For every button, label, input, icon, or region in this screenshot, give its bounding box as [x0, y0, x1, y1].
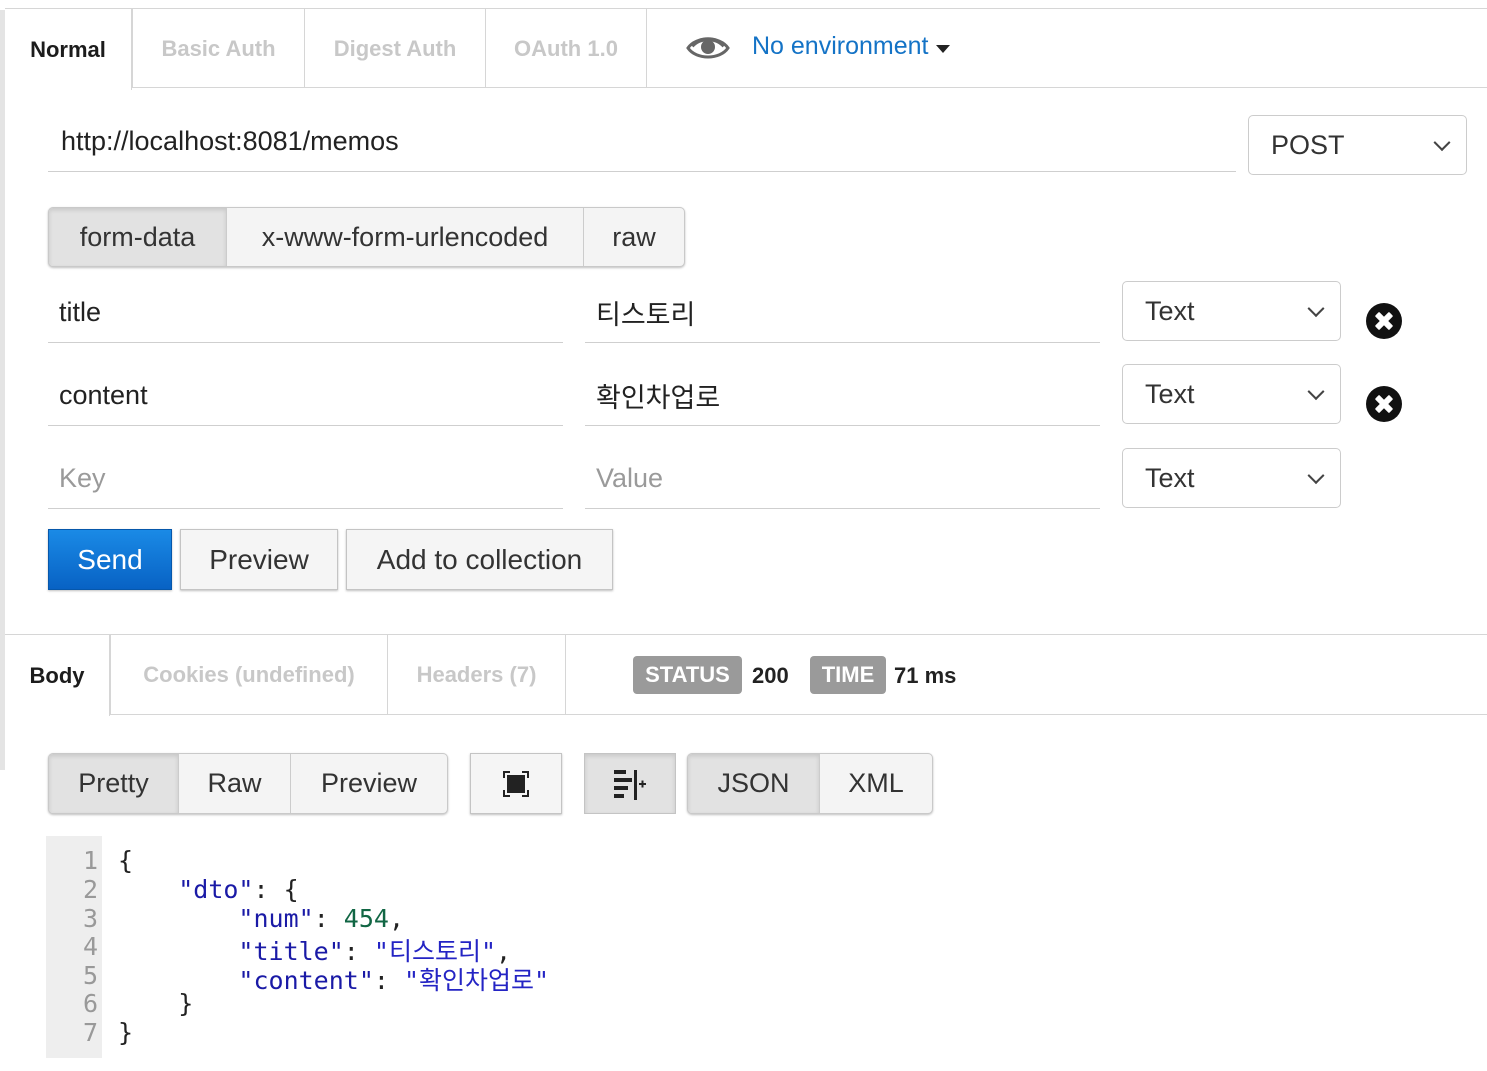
line-number: 5 — [82, 961, 98, 990]
value-field-title[interactable]: 티스토리 — [585, 282, 1100, 343]
response-body-code[interactable]: 1 2 3 4 5 6 7 { "dto": { "num": 454, "ti… — [46, 836, 1487, 1058]
line-number: 4 — [82, 932, 98, 961]
eye-icon[interactable] — [686, 34, 730, 62]
chevron-down-icon — [1307, 383, 1325, 401]
line-number: 7 — [82, 1018, 98, 1047]
wrap-lines-icon — [614, 769, 646, 800]
type-select-value: Text — [1145, 462, 1195, 493]
preview-button[interactable]: Preview — [180, 529, 338, 590]
line-number: 1 — [82, 846, 98, 875]
auth-tab-bar: Normal Basic Auth Digest Auth OAuth 1.0 — [5, 8, 1487, 90]
response-tab-divider — [5, 714, 1487, 715]
code-line: { — [118, 846, 134, 875]
time-badge: TIME — [810, 656, 886, 694]
fullscreen-button[interactable] — [470, 753, 562, 814]
view-preview[interactable]: Preview — [291, 754, 447, 813]
tab-headers[interactable]: Headers (7) — [388, 635, 566, 714]
format-group: JSON XML — [687, 753, 933, 814]
chevron-down-icon — [1307, 467, 1325, 485]
json-key: "dto" — [178, 875, 254, 904]
code-line: "dto": { — [178, 875, 299, 904]
code-line: "num": 454, — [238, 904, 405, 933]
json-string: "확인차업로" — [404, 966, 550, 995]
view-pretty[interactable]: Pretty — [49, 754, 179, 813]
type-select-title[interactable]: Text — [1122, 281, 1341, 341]
code-line: } — [118, 989, 194, 1018]
view-mode-group: Pretty Raw Preview — [48, 753, 448, 814]
remove-row-icon[interactable] — [1366, 303, 1402, 339]
send-button[interactable]: Send — [48, 529, 172, 590]
new-key-field[interactable]: Key — [48, 448, 563, 509]
time-value: 71 ms — [894, 663, 957, 688]
json-key: "num" — [238, 904, 314, 933]
tab-normal[interactable]: Normal — [5, 9, 132, 90]
environment-selector[interactable]: No environment — [752, 32, 951, 61]
chevron-down-icon — [1433, 134, 1451, 152]
format-xml[interactable]: XML — [820, 754, 932, 813]
value-field-content[interactable]: 확인차업로 — [585, 365, 1100, 426]
type-select-value: Text — [1145, 378, 1195, 409]
chevron-down-icon — [1307, 300, 1325, 318]
line-number: 3 — [82, 904, 98, 933]
type-select-value: Text — [1145, 295, 1195, 326]
code-line: } — [118, 1018, 134, 1047]
url-input[interactable]: http://localhost:8081/memos — [48, 112, 1236, 172]
key-field-title[interactable]: title — [48, 282, 563, 343]
caret-down-icon — [936, 44, 951, 53]
tab-digest-auth[interactable]: Digest Auth — [305, 9, 486, 88]
key-field-content[interactable]: content — [48, 365, 563, 426]
body-mode-group: form-data x-www-form-urlencoded raw — [48, 207, 685, 267]
status-value: 200 — [752, 663, 789, 688]
tab-oauth[interactable]: OAuth 1.0 — [486, 9, 647, 88]
new-value-field[interactable]: Value — [585, 448, 1100, 509]
type-select-content[interactable]: Text — [1122, 364, 1341, 424]
environment-label: No environment — [752, 32, 929, 60]
type-select-new[interactable]: Text — [1122, 448, 1341, 508]
method-select[interactable]: POST — [1248, 115, 1467, 175]
tab-body[interactable]: Body — [5, 635, 110, 716]
view-raw[interactable]: Raw — [179, 754, 291, 813]
tab-cookies[interactable]: Cookies (undefined) — [110, 635, 388, 714]
json-number: 454 — [343, 904, 389, 933]
tab-basic-auth[interactable]: Basic Auth — [132, 9, 305, 88]
method-value: POST — [1271, 129, 1345, 160]
mode-urlencoded[interactable]: x-www-form-urlencoded — [227, 208, 584, 266]
json-key: "content" — [238, 966, 374, 995]
remove-row-icon[interactable] — [1366, 386, 1402, 422]
add-to-collection-button[interactable]: Add to collection — [346, 529, 613, 590]
wrap-lines-button[interactable] — [584, 753, 676, 814]
mode-form-data[interactable]: form-data — [49, 208, 227, 266]
fullscreen-icon — [503, 770, 529, 797]
line-number: 2 — [82, 875, 98, 904]
auth-tab-divider — [5, 87, 1487, 88]
mode-raw[interactable]: raw — [584, 208, 684, 266]
format-json[interactable]: JSON — [688, 754, 820, 813]
line-gutter: 1 2 3 4 5 6 7 — [46, 836, 102, 1058]
line-number: 6 — [82, 989, 98, 1018]
status-badge: STATUS — [633, 656, 742, 694]
